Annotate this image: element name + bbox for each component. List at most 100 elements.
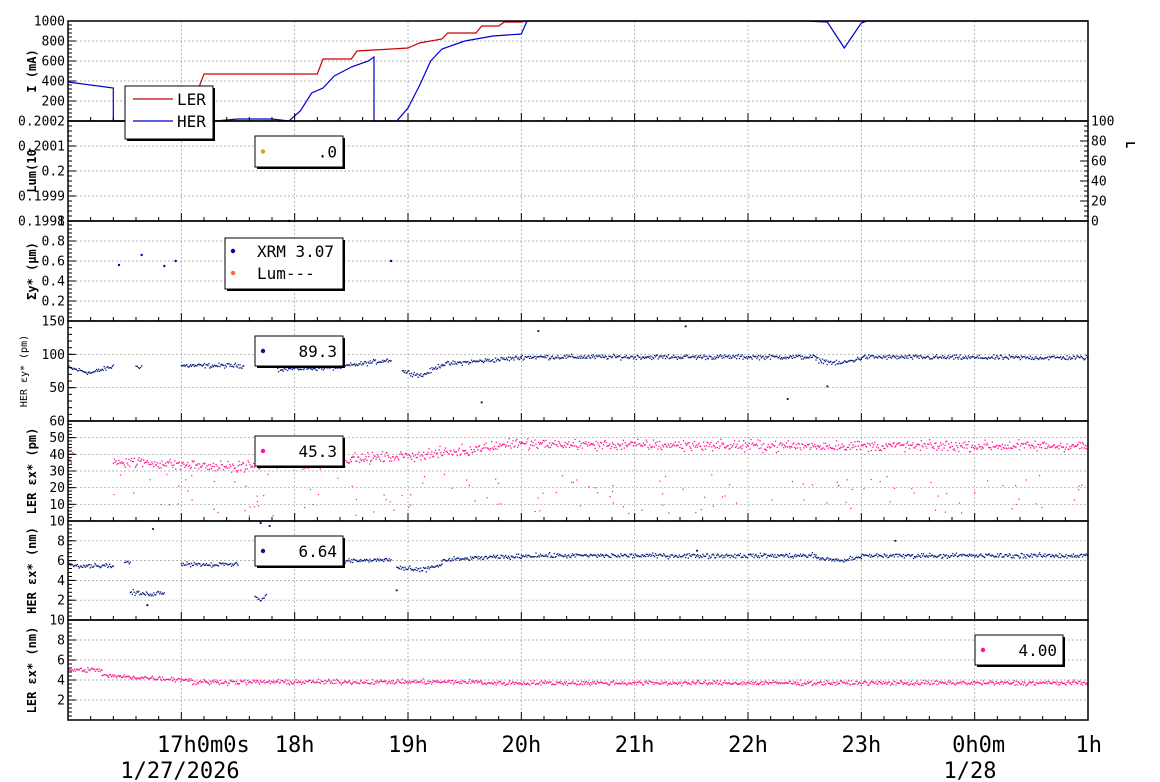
data-point: [875, 554, 877, 556]
data-point: [936, 683, 938, 686]
data-point: [106, 564, 108, 566]
data-point: [197, 682, 200, 684]
data-point: [784, 444, 786, 447]
data-point: [460, 362, 463, 364]
data-point: [430, 566, 432, 568]
data-point: [1020, 683, 1023, 685]
data-point: [1012, 681, 1015, 684]
data-point: [122, 675, 124, 678]
data-point: [992, 357, 994, 359]
data-point: [997, 556, 1000, 558]
data-point: [759, 440, 761, 442]
data-point: [1035, 503, 1037, 505]
data-point: [624, 442, 626, 444]
data-point: [1047, 446, 1049, 448]
data-point: [730, 444, 732, 446]
data-point: [664, 475, 667, 477]
data-point: [876, 446, 878, 448]
data-point: [164, 462, 167, 464]
data-point: [545, 554, 547, 556]
data-point: [715, 556, 717, 559]
data-point: [1007, 358, 1010, 360]
data-point: [666, 555, 668, 557]
data-point: [195, 563, 197, 565]
data-point: [620, 553, 622, 555]
data-point: [174, 460, 176, 462]
data-point: [987, 444, 989, 446]
data-point: [279, 681, 282, 684]
data-point: [430, 681, 432, 683]
data-point: [90, 564, 92, 566]
data-point: [428, 448, 430, 450]
data-point: [890, 444, 892, 447]
data-point: [692, 680, 694, 683]
data-point: [572, 481, 575, 483]
data-point: [1081, 682, 1083, 684]
data-point: [492, 448, 495, 450]
data-point: [286, 683, 288, 685]
data-point: [96, 668, 98, 671]
data-point: [729, 355, 731, 357]
data-point: [92, 566, 94, 568]
data-point: [98, 668, 100, 670]
data-point: [514, 445, 516, 447]
data-point: [132, 588, 134, 591]
data-point: [886, 444, 888, 447]
data-point: [89, 669, 91, 672]
data-point: [133, 591, 135, 593]
data-point: [1019, 449, 1021, 451]
data-point: [1074, 358, 1076, 360]
data-point: [84, 566, 87, 569]
data-point: [933, 447, 935, 450]
data-point: [512, 357, 514, 359]
data-point: [482, 558, 485, 560]
data-point: [907, 681, 909, 683]
data-point: [742, 556, 744, 559]
data-point: [834, 448, 836, 451]
data-point: [609, 443, 611, 445]
data-point: [517, 553, 520, 555]
data-point: [884, 447, 886, 450]
data-point: [171, 676, 173, 678]
data-point: [538, 556, 541, 558]
data-point: [600, 442, 603, 444]
data-point: [447, 679, 449, 682]
data-point: [864, 443, 866, 445]
data-point: [620, 444, 622, 446]
data-point: [419, 455, 421, 457]
data-point: [80, 667, 82, 669]
data-point: [355, 559, 357, 561]
data-point: [777, 683, 780, 685]
data-point: [404, 680, 406, 682]
data-point: [398, 567, 401, 570]
data-point: [695, 549, 699, 552]
data-point: [518, 683, 520, 685]
data-point: [383, 460, 385, 462]
data-point: [518, 441, 521, 443]
data-point: [1014, 356, 1016, 359]
data-point: [775, 451, 778, 454]
data-point: [127, 464, 129, 466]
data-point: [391, 682, 394, 684]
data-point: [1081, 556, 1084, 558]
data-point: [88, 564, 90, 566]
data-point: [168, 504, 171, 506]
data-point: [715, 358, 717, 360]
data-point: [705, 555, 707, 557]
data-point: [1000, 448, 1003, 451]
data-point: [986, 358, 989, 360]
data-point: [561, 445, 564, 447]
data-point: [831, 683, 833, 686]
data-point: [735, 445, 738, 447]
data-point: [129, 561, 132, 563]
data-point: [772, 679, 774, 682]
data-point: [858, 681, 861, 683]
data-point: [133, 676, 135, 678]
data-point: [609, 683, 611, 685]
data-point: [499, 557, 501, 559]
data-point: [207, 364, 209, 367]
data-point: [815, 684, 817, 686]
data-point: [421, 570, 424, 572]
data-point: [965, 682, 967, 685]
data-point: [384, 360, 387, 362]
